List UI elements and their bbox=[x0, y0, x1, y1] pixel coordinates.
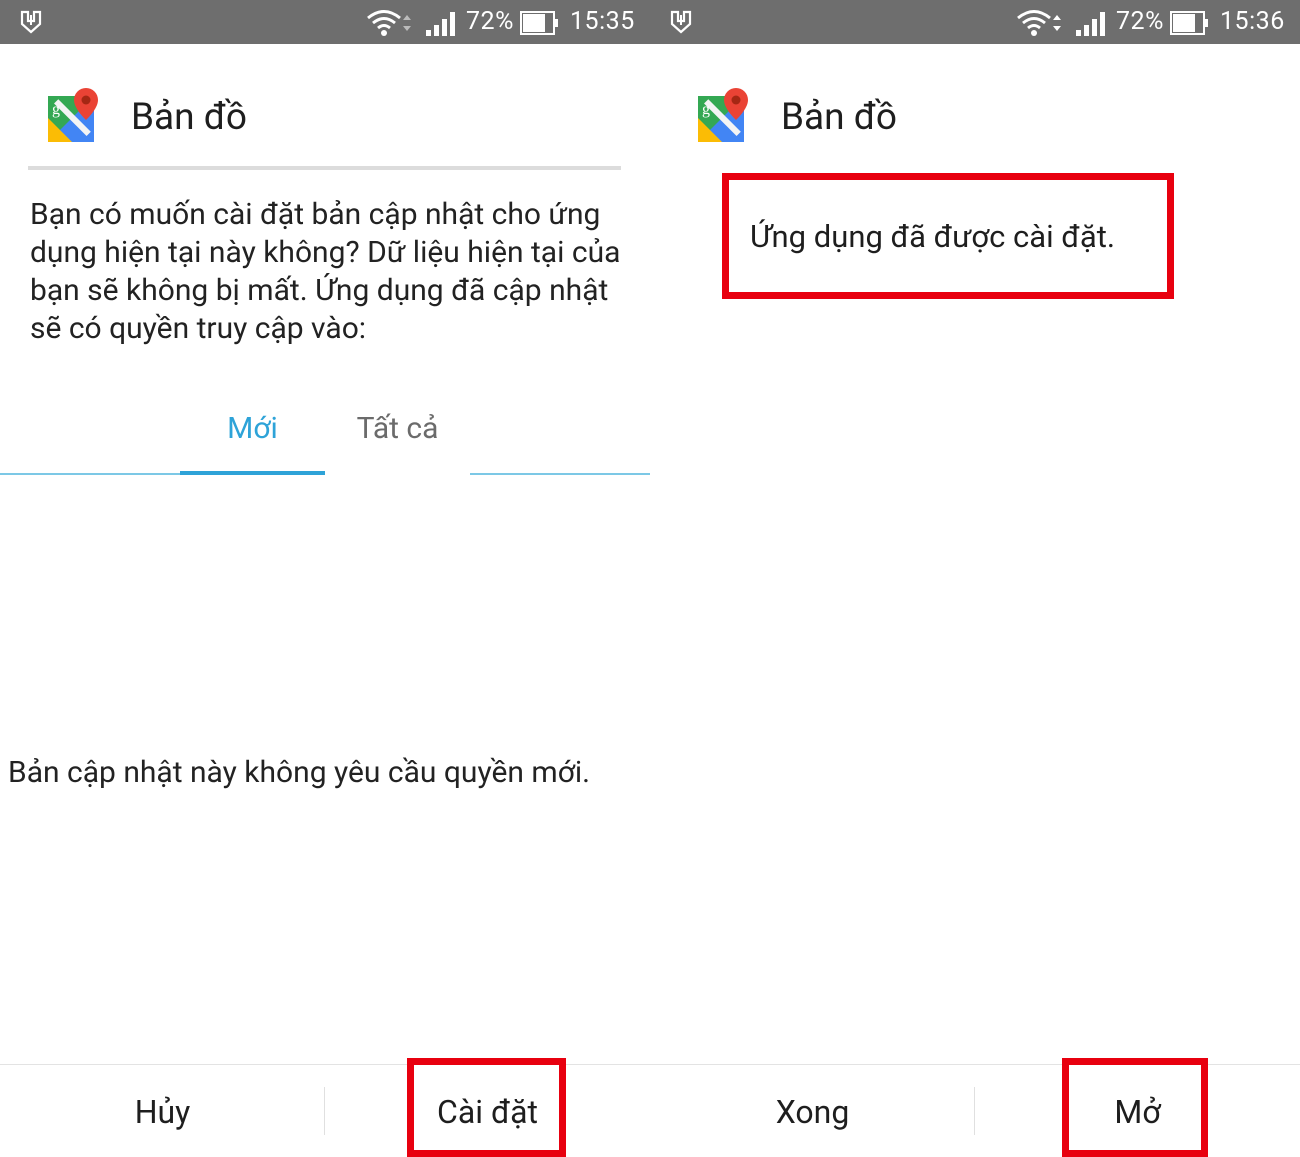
done-button[interactable]: Xong bbox=[650, 1065, 975, 1157]
install-update-screen: 72% 15:35 g Bản đồ Bạn có muốn cài đặt b… bbox=[0, 0, 650, 1157]
app-title: Bản đồ bbox=[131, 96, 248, 139]
button-bar: Hủy Cài đặt bbox=[0, 1064, 650, 1157]
tab-new[interactable]: Mới bbox=[180, 408, 325, 450]
status-time: 15:36 bbox=[1220, 7, 1285, 36]
battery-icon bbox=[520, 11, 558, 35]
wifi-icon bbox=[1017, 10, 1061, 36]
battery-percentage: 72% bbox=[466, 7, 514, 36]
signal-icon bbox=[1076, 12, 1105, 36]
svg-text:g: g bbox=[52, 101, 60, 118]
status-time: 15:35 bbox=[570, 7, 635, 36]
usb-debug-icon bbox=[20, 10, 42, 34]
button-bar: Xong Mở bbox=[650, 1064, 1300, 1157]
tab-selected-indicator bbox=[180, 471, 325, 475]
status-bar: 72% 15:35 bbox=[0, 0, 650, 44]
battery-icon bbox=[1170, 11, 1208, 35]
tab-bar-line-right bbox=[470, 473, 650, 475]
google-maps-icon: g bbox=[48, 88, 98, 142]
install-button[interactable]: Cài đặt bbox=[325, 1065, 650, 1157]
open-button[interactable]: Mở bbox=[975, 1065, 1300, 1157]
signal-icon bbox=[426, 12, 455, 36]
battery-percentage: 72% bbox=[1116, 7, 1164, 36]
header-divider bbox=[28, 166, 621, 170]
google-maps-icon: g bbox=[698, 88, 748, 142]
tab-bar-line-left bbox=[0, 473, 180, 475]
svg-text:g: g bbox=[702, 101, 710, 118]
installed-message: Ứng dụng đã được cài đặt. bbox=[750, 218, 1116, 255]
cancel-button[interactable]: Hủy bbox=[0, 1065, 325, 1157]
usb-debug-icon bbox=[670, 10, 692, 34]
update-question-text: Bạn có muốn cài đặt bản cập nhật cho ứng… bbox=[30, 197, 621, 346]
installed-screen: 72% 15:36 g Bản đồ Ứng dụng đã được cài … bbox=[650, 0, 1300, 1157]
wifi-icon bbox=[367, 10, 411, 36]
app-title: Bản đồ bbox=[781, 96, 898, 139]
no-new-permissions-message: Bản cập nhật này không yêu cầu quyền mới… bbox=[8, 755, 591, 790]
status-bar: 72% 15:36 bbox=[650, 0, 1300, 44]
tab-all[interactable]: Tất cả bbox=[325, 408, 470, 450]
